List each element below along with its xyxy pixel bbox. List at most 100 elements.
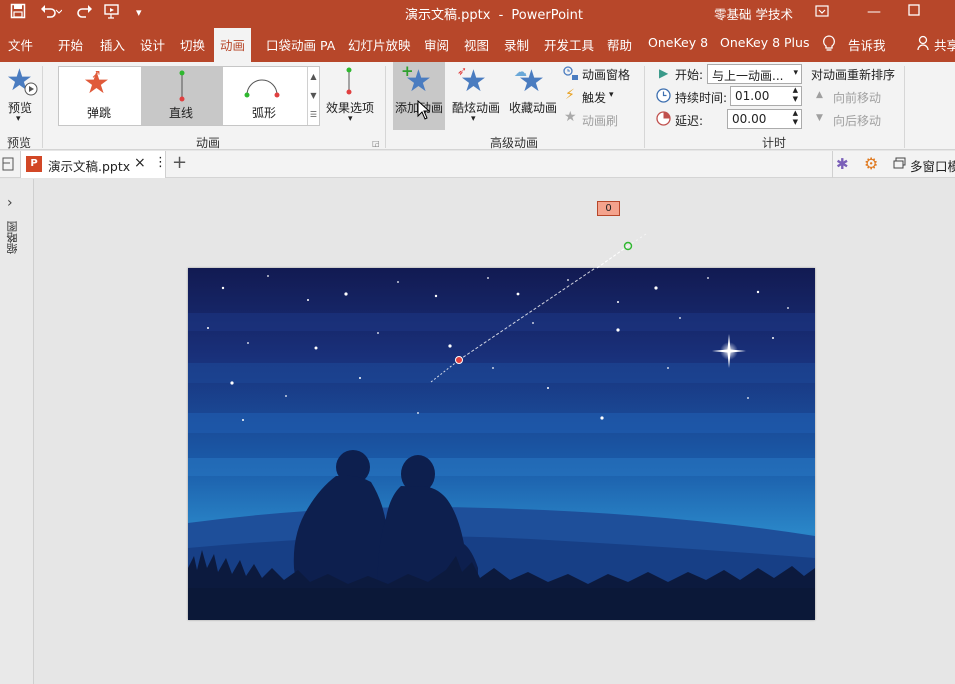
tab-animations[interactable]: 动画	[214, 28, 252, 62]
tell-me-search[interactable]: 告诉我	[848, 35, 886, 54]
trigger-dropdown-icon[interactable]: ▾	[609, 90, 614, 100]
gallery-scroll-down-icon[interactable]: ▼	[308, 86, 319, 105]
favorite-animation-button[interactable]: 收藏动画	[509, 99, 557, 116]
magic-wand-icon[interactable]: ✱	[836, 155, 849, 173]
gallery-item-bounce[interactable]: ★ ↗ 弹跳	[59, 67, 140, 125]
cool-animation-dropdown-icon[interactable]: ▾	[471, 114, 476, 124]
customize-toolbar-icon[interactable]: ▾	[136, 6, 142, 19]
tab-home[interactable]: 开始	[58, 35, 83, 54]
cloud-icon: ☁	[514, 65, 527, 80]
document-tab-label: 演示文稿.pptx	[48, 159, 131, 174]
expand-pane-icon[interactable]: ›	[7, 195, 13, 211]
delay-spinner-icon[interactable]: ▲ ▼	[793, 110, 798, 127]
motion-path-line[interactable]	[188, 228, 658, 270]
duration-label: 持续时间:	[675, 91, 728, 105]
animation-dialog-launcher-icon[interactable]: ◲	[372, 139, 380, 148]
start-value: 与上一动画...	[712, 69, 784, 83]
tab-insert[interactable]: 插入	[100, 35, 125, 54]
tab-onekey8-plus[interactable]: OneKey 8 Plus	[720, 35, 809, 50]
preview-dropdown-icon[interactable]: ▾	[16, 114, 21, 124]
duration-input[interactable]: 01.00 ▲ ▼	[730, 86, 802, 106]
group-label-advanced-animation: 高级动画	[490, 136, 539, 150]
undo-icon[interactable]	[40, 3, 63, 23]
cool-animation-button[interactable]: 酷炫动画	[452, 99, 500, 116]
document-tab[interactable]: P 演示文稿.pptx × ⋮	[20, 151, 167, 178]
gallery-item-line[interactable]: 直线	[141, 67, 223, 125]
group-divider	[42, 66, 43, 148]
ribbon: ★ 预览 ▾ 预览 ★ ↗ 弹跳 直线 弧形 ▲ ▼ ☰ 效果选项 ▾ 动画 ◲…	[0, 62, 955, 150]
save-icon[interactable]	[10, 3, 26, 23]
maximize-icon[interactable]	[908, 4, 920, 19]
thumbnail-pane-collapsed[interactable]: › 缩略图	[0, 179, 34, 684]
tab-file[interactable]: 文件	[8, 35, 33, 54]
move-later-button[interactable]: 向后移动	[833, 112, 881, 129]
user-name[interactable]: 零基础 学技术	[714, 4, 793, 23]
tab-developer[interactable]: 开发工具	[544, 35, 594, 54]
title-separator: -	[498, 8, 504, 23]
move-earlier-button[interactable]: 向前移动	[833, 89, 881, 106]
tab-record[interactable]: 录制	[504, 35, 529, 54]
tab-slideshow[interactable]: 幻灯片放映	[348, 35, 411, 54]
gallery-label-arc: 弧形	[252, 106, 277, 120]
new-tab-button[interactable]: +	[172, 152, 187, 173]
mouse-cursor-icon	[417, 99, 431, 123]
window-title: 演示文稿.pptx - PowerPoint	[405, 4, 583, 23]
tab-pocket-animation[interactable]: 口袋动画 PA	[266, 35, 335, 54]
trigger-button[interactable]: 触发	[582, 89, 606, 106]
tab-design[interactable]: 设计	[140, 35, 165, 54]
add-animation-button[interactable]: ★ + 添加动画	[393, 62, 445, 130]
play-icon	[24, 82, 38, 99]
gallery-item-arc[interactable]: 弧形	[224, 67, 305, 125]
ribbon-display-options-icon[interactable]	[815, 4, 829, 21]
start-dropdown-icon[interactable]: ▾	[793, 68, 798, 78]
tab-onekey8[interactable]: OneKey 8	[648, 35, 708, 50]
close-tab-icon[interactable]: ×	[134, 155, 146, 171]
group-label-animation: 动画	[196, 136, 221, 150]
tab-transitions[interactable]: 切换	[180, 35, 205, 54]
tab-bar-divider	[832, 151, 833, 178]
thumbnail-pane-label: 缩略图	[6, 221, 19, 254]
tab-more-icon[interactable]: ⋮	[154, 155, 167, 170]
animation-pane-icon	[563, 66, 579, 85]
lightbulb-icon	[822, 35, 836, 55]
powerpoint-file-icon: P	[26, 156, 42, 172]
line-path-icon	[179, 70, 185, 102]
share-person-icon[interactable]	[917, 35, 931, 54]
slideshow-from-start-icon[interactable]	[104, 3, 124, 23]
duration-spinner-icon[interactable]: ▲ ▼	[793, 87, 798, 104]
move-later-icon: ▼	[816, 113, 823, 123]
animation-painter-button[interactable]: 动画刷	[582, 112, 618, 129]
gallery-scroll-up-icon[interactable]: ▲	[308, 67, 319, 86]
start-select[interactable]: 与上一动画... ▾	[707, 64, 802, 84]
gallery-scroll[interactable]: ▲ ▼ ☰	[307, 67, 319, 125]
cool-animation-spark-icon: ➶	[457, 64, 468, 78]
night-sky-image	[188, 268, 815, 620]
minimize-icon[interactable]: —	[867, 4, 881, 20]
delay-label: 延迟:	[675, 114, 704, 128]
file-tab-icon	[2, 157, 14, 174]
tab-view[interactable]: 视图	[464, 35, 489, 54]
settings-gear-icon[interactable]: ⚙	[864, 154, 878, 173]
tab-review[interactable]: 审阅	[424, 35, 449, 54]
animation-pane-button[interactable]: 动画窗格	[582, 66, 630, 83]
redo-icon[interactable]	[76, 3, 92, 23]
delay-value: 00.00	[732, 112, 767, 126]
group-divider	[644, 66, 645, 148]
group-label-timing: 计时	[762, 136, 787, 150]
effect-options-dropdown-icon[interactable]: ▾	[348, 114, 353, 124]
duration-value: 01.00	[735, 89, 770, 103]
title-bar: ▾ 演示文稿.pptx - PowerPoint 零基础 学技术 —	[0, 0, 955, 26]
bounce-motion-icon: ↗	[91, 67, 102, 81]
group-divider	[385, 66, 386, 148]
multi-window-button[interactable]: 多窗口模	[910, 156, 955, 175]
effect-options-icon[interactable]	[344, 66, 354, 96]
slide-canvas[interactable]	[188, 268, 815, 620]
delay-input[interactable]: 00.00 ▲ ▼	[727, 109, 802, 129]
share-button[interactable]: 共享	[934, 35, 955, 54]
app-name: PowerPoint	[511, 8, 584, 23]
gallery-more-icon[interactable]: ☰	[308, 105, 319, 124]
animation-order-tag[interactable]: 0	[597, 201, 620, 216]
reorder-title: 对动画重新排序	[811, 68, 896, 82]
tab-help[interactable]: 帮助	[607, 35, 632, 54]
multi-window-icon	[893, 157, 906, 173]
